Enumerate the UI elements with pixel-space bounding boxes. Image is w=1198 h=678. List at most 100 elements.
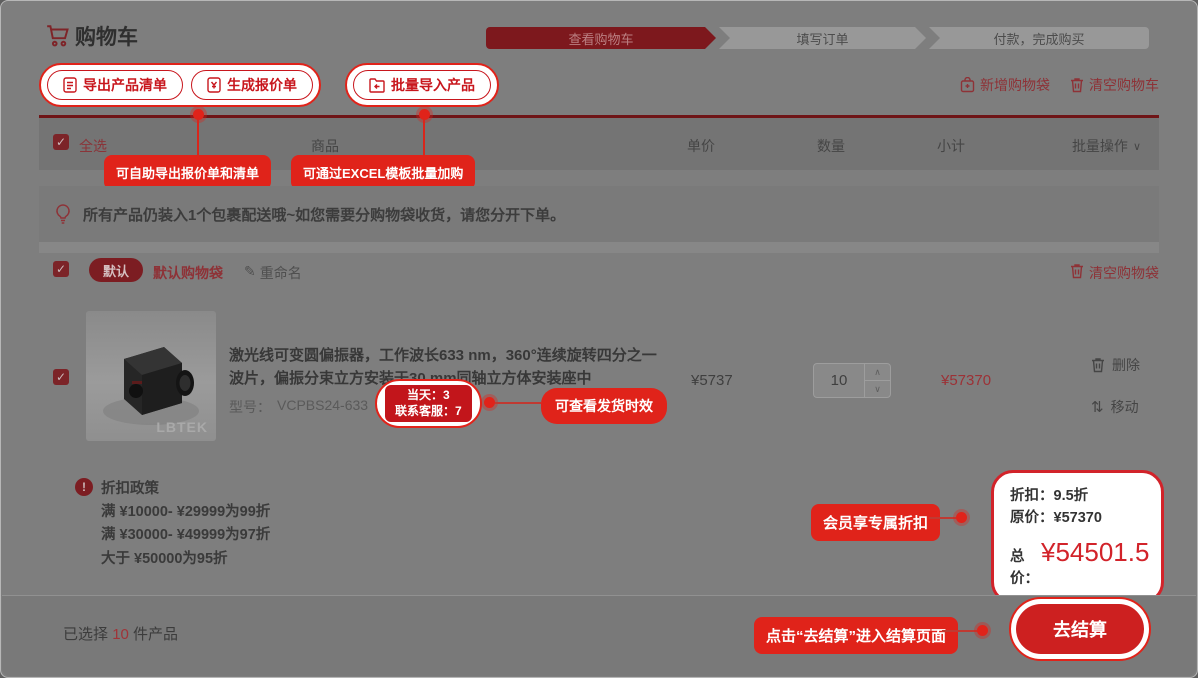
total-label: 总价： [1010, 546, 1039, 591]
bag-name: 默认购物袋 [153, 263, 223, 283]
button-label: 生成报价单 [227, 75, 297, 95]
subtotal-price: ¥57370 [941, 372, 991, 389]
cart-icon [45, 23, 71, 54]
stepper-buttons: ∧ ∨ [864, 364, 890, 397]
quantity-decrease-button[interactable]: ∨ [865, 381, 890, 397]
lightbulb-icon [53, 203, 73, 225]
shipping-tip-callout: 可查看发货时效 [541, 388, 667, 424]
annotation-dot [956, 512, 967, 523]
rate-label: 折扣： [1010, 488, 1054, 504]
batch-operations-dropdown[interactable]: 批量操作 ∨ [1072, 136, 1141, 156]
import-button-highlight-ring: 批量导入产品 [345, 63, 499, 107]
trash-icon [1070, 77, 1084, 93]
annotation-line [929, 517, 957, 519]
generate-quote-button[interactable]: 生成报价单 [191, 70, 313, 100]
quantity-increase-button[interactable]: ∧ [865, 364, 890, 381]
shopping-cart-page: 购物车 查看购物车 填写订单 付款，完成购买 导出产品清单 生成报价单 批量导入… [0, 0, 1198, 678]
bag-plus-icon [960, 77, 975, 93]
quantity-stepper: ∧ ∨ [813, 363, 891, 398]
excel-tip-callout: 可通过EXCEL模板批量加购 [291, 155, 475, 190]
step-pay-complete: 付款，完成购买 [929, 27, 1149, 49]
pencil-icon: ✎ [244, 263, 256, 283]
import-folder-icon [369, 78, 385, 93]
clear-cart-link[interactable]: 清空购物车 [1070, 75, 1159, 95]
total-value: ¥54501.5 [1041, 532, 1149, 572]
stock-today: 当天：3 [395, 388, 462, 404]
discount-rate-line: 折扣：9.5折 [1010, 485, 1145, 507]
select-all-checkbox[interactable]: ✓ [53, 134, 69, 150]
chevron-down-icon: ∨ [1133, 140, 1141, 153]
brand-watermark: LBTEK [156, 419, 208, 435]
quantity-input[interactable] [814, 364, 864, 397]
checkout-button[interactable]: 去结算 [1016, 604, 1144, 654]
export-tip-callout: 可自助导出报价单和清单 [104, 155, 271, 190]
annotation-line [423, 118, 425, 156]
page-title: 购物车 [75, 21, 138, 51]
link-label: 移动 [1111, 397, 1139, 417]
original-price-line: 原价：¥57370 [1010, 507, 1145, 529]
stock-badge: 当天：3 联系客服：7 [385, 385, 472, 422]
product-image[interactable]: LBTEK [86, 311, 216, 441]
cart-actions: 新增购物袋 清空购物车 [960, 75, 1159, 95]
column-subtotal: 小计 [937, 136, 965, 156]
section-separator [39, 242, 1159, 253]
step-view-cart: 查看购物车 [486, 27, 716, 49]
policy-line: 大于 ¥50000为95折 [101, 548, 270, 571]
model-label: 型号： [229, 397, 271, 417]
export-buttons-highlight-ring: 导出产品清单 生成报价单 [39, 63, 321, 107]
delete-item-link[interactable]: 删除 [1091, 355, 1140, 375]
link-label: 清空购物车 [1089, 75, 1159, 95]
select-all-label: 全选 [79, 136, 107, 156]
trash-icon [1091, 357, 1105, 373]
column-unit-price: 单价 [687, 136, 715, 156]
notice-text: 所有产品仍装入1个包裹配送哦~如您需要分购物袋收货，请您分开下单。 [83, 204, 565, 225]
stock-contact: 联系客服：7 [395, 404, 462, 420]
link-label: 新增购物袋 [980, 75, 1050, 95]
annotation-line [942, 630, 978, 632]
step-label: 付款，完成购买 [993, 29, 1084, 48]
step-label: 填写订单 [796, 29, 848, 48]
product-model: 型号： VCPBS24-633 [229, 397, 368, 417]
annotation-line [197, 118, 199, 156]
original-label: 原价： [1010, 510, 1054, 526]
link-label: 清空购物袋 [1089, 263, 1159, 283]
annotation-dot [977, 625, 988, 636]
move-item-link[interactable]: ⇅ 移动 [1091, 397, 1139, 417]
add-bag-link[interactable]: 新增购物袋 [960, 75, 1050, 95]
discount-policy: 折扣政策 满 ¥10000- ¥29999为99折 满 ¥30000- ¥499… [101, 478, 270, 571]
checkout-highlight-ring: 去结算 [1009, 597, 1151, 661]
column-product: 商品 [311, 136, 339, 156]
total-price-line: 总价： ¥54501.5 [1010, 532, 1145, 591]
trash-icon [1070, 263, 1084, 279]
batch-import-button[interactable]: 批量导入产品 [353, 70, 491, 100]
unit-price: ¥5737 [691, 372, 733, 389]
clear-bag-link[interactable]: 清空购物袋 [1070, 263, 1159, 283]
policy-line: 满 ¥30000- ¥49999为97折 [101, 524, 270, 547]
price-summary-box: 折扣：9.5折 原价：¥57370 总价： ¥54501.5 [991, 470, 1164, 604]
rename-bag-link[interactable]: ✎ 重命名 [244, 263, 302, 283]
product-checkbox[interactable]: ✓ [53, 369, 69, 385]
button-label: 导出产品清单 [83, 75, 167, 95]
button-label: 批量导入产品 [391, 75, 475, 95]
move-arrows-icon: ⇅ [1091, 398, 1104, 416]
link-label: 删除 [1112, 355, 1140, 375]
exclamation-icon: ! [75, 478, 93, 496]
quote-document-icon [207, 77, 221, 93]
member-tip-callout: 会员享专属折扣 [811, 504, 940, 541]
selected-suffix: 件产品 [133, 626, 178, 643]
shipping-notice: 所有产品仍装入1个包裹配送哦~如您需要分购物袋收货，请您分开下单。 [39, 186, 1159, 242]
selected-count-text: 已选择 10 件产品 [63, 623, 178, 644]
policy-line: 满 ¥10000- ¥29999为99折 [101, 501, 270, 524]
export-product-list-button[interactable]: 导出产品清单 [47, 70, 183, 100]
annotation-line [495, 402, 541, 404]
selected-count: 10 [112, 626, 129, 643]
bag-checkbox[interactable]: ✓ [53, 261, 69, 277]
policy-title: 折扣政策 [101, 478, 270, 501]
stock-badge-highlight-ring: 当天：3 联系客服：7 [375, 379, 482, 428]
link-label: 重命名 [260, 263, 302, 283]
selected-prefix: 已选择 [63, 626, 108, 643]
dropdown-label: 批量操作 [1072, 136, 1128, 156]
rate-value: 9.5折 [1054, 488, 1089, 504]
annotation-dot [484, 397, 495, 408]
model-value: VCPBS24-633 [277, 397, 368, 417]
